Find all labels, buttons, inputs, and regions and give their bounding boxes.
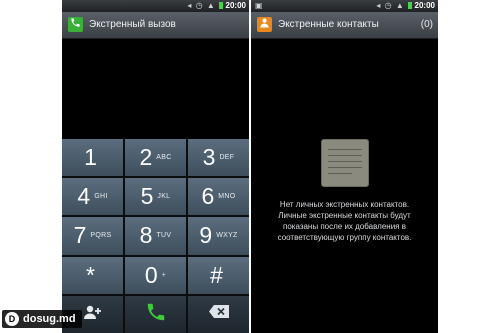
call-icon <box>145 301 167 328</box>
key-3[interactable]: 3 DEF <box>188 139 249 177</box>
page-title: Экстренный вызов <box>89 19 176 30</box>
key-star[interactable]: * <box>62 256 123 294</box>
status-time: 20:00 <box>225 1 246 10</box>
key-4[interactable]: 4 GHI <box>62 178 123 216</box>
status-icons: ◂ ◷ ▲ <box>376 0 412 12</box>
status-bar: ▣ ◂ ◷ ▲ 20:00 <box>251 0 438 12</box>
status-icons: ◂ ◷ ▲ <box>187 0 223 12</box>
empty-message-line: показаны после их добавления в <box>283 222 406 231</box>
key-2[interactable]: 2 ABC <box>125 139 186 177</box>
key-8[interactable]: 8 TUV <box>125 217 186 255</box>
empty-state: Нет личных экстренных контактов. Личные … <box>251 139 438 243</box>
alarm-icon: ◷ <box>195 1 204 10</box>
empty-message-line: Нет личных экстренных контактов. <box>279 200 410 209</box>
empty-notes-icon <box>320 139 369 187</box>
call-button[interactable] <box>125 295 186 333</box>
battery-icon <box>408 2 412 9</box>
contact-count: (0) <box>420 19 433 30</box>
emergency-contacts-screen: ▣ ◂ ◷ ▲ 20:00 Экстренные контакты (0) Не… <box>251 0 438 333</box>
mute-icon: ◂ <box>187 1 193 10</box>
watermark-logo: D <box>5 312 19 326</box>
dial-keypad: 1 2 ABC 3 DEF 4 GHI 5 JKL 6 MNO 7 PQRS 8 TUV 9W… <box>62 139 249 333</box>
key-1[interactable]: 1 <box>62 139 123 177</box>
signal-icon: ▲ <box>395 1 405 10</box>
key-7[interactable]: 7 PQRS <box>62 217 123 255</box>
title-bar: Экстренный вызов <box>62 12 249 39</box>
empty-message-line: Личные экстренные контакты будут <box>278 211 411 220</box>
title-bar: Экстренные контакты (0) <box>251 12 438 39</box>
signal-icon: ▲ <box>206 1 216 10</box>
image-icon: ▣ <box>255 1 263 10</box>
emergency-dialer-screen: ◂ ◷ ▲ 20:00 Экстренный вызов 1 2 ABC 3 DEF… <box>62 0 249 333</box>
key-6[interactable]: 6 MNO <box>188 178 249 216</box>
phone-icon <box>68 17 83 32</box>
backspace-button[interactable] <box>188 295 249 333</box>
status-time: 20:00 <box>414 1 435 10</box>
key-0[interactable]: 0 + <box>125 256 186 294</box>
contacts-icon <box>257 17 272 32</box>
mute-icon: ◂ <box>376 1 382 10</box>
watermark-text: dosug.md <box>23 313 76 325</box>
key-5[interactable]: 5 JKL <box>125 178 186 216</box>
status-bar: ◂ ◷ ▲ 20:00 <box>62 0 249 12</box>
empty-message-line: соответствующую группу контактов. <box>277 233 412 242</box>
page-title: Экстренные контакты <box>278 19 379 30</box>
key-hash[interactable]: # <box>188 256 249 294</box>
battery-icon <box>219 2 223 9</box>
backspace-icon <box>208 305 229 323</box>
key-9[interactable]: 9 WXYZ <box>188 217 249 255</box>
add-contact-icon <box>83 304 103 325</box>
alarm-icon: ◷ <box>384 1 393 10</box>
watermark: D dosug.md <box>2 310 82 328</box>
